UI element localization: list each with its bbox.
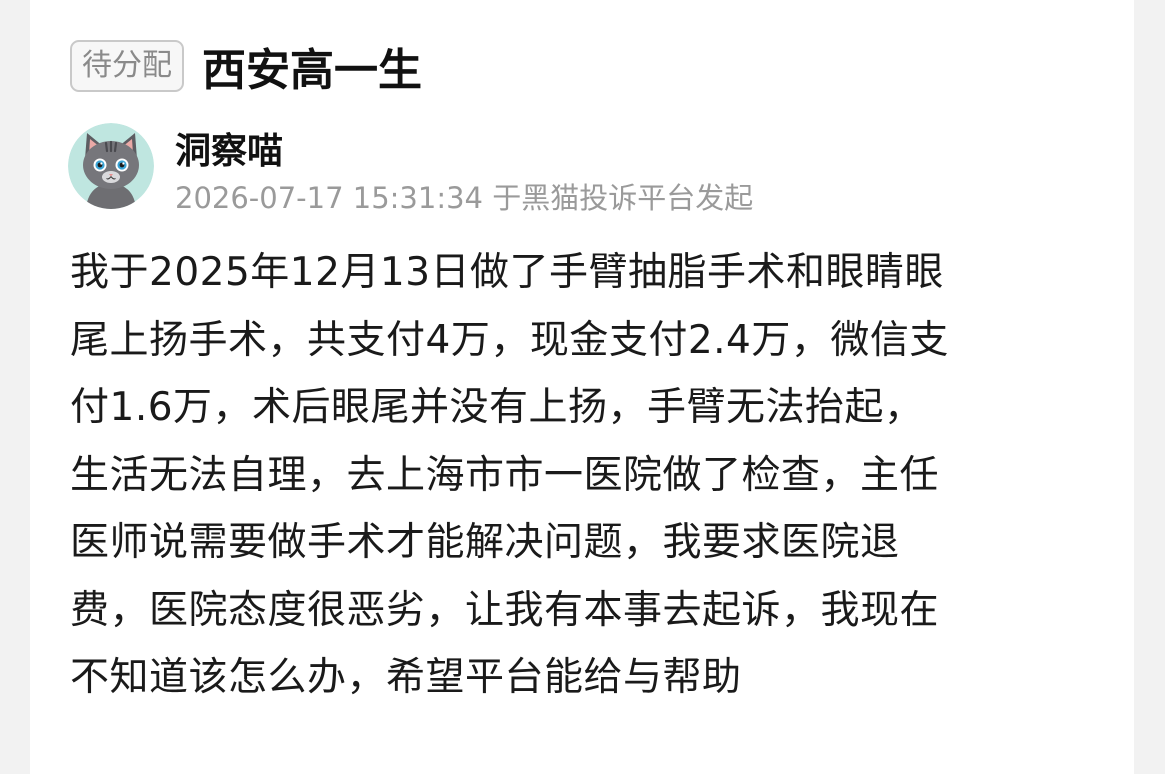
body-line: 不知道该怎么办，希望平台能给与帮助 — [70, 655, 742, 700]
body-line: 生活无法自理，去上海市市一医院做了检查，主任 — [70, 452, 940, 498]
author-name[interactable]: 洞察喵 — [175, 122, 283, 174]
post-meta: 2026-07-17 15:31:34 于黑猫投诉平台发起 — [175, 181, 754, 215]
complaint-body: 我于2025年12月13日做了手臂抽脂手术和眼睛眼 尾上扬手术，共支付4万，现金… — [70, 239, 1110, 712]
body-line: 医师说需要做手术才能解决问题，我要求医院退 — [70, 520, 900, 565]
complaint-title: 西安高一生 — [202, 45, 422, 96]
body-line: 费，医院态度很恶劣，让我有本事去起诉，我现在 — [70, 587, 940, 633]
avatar[interactable] — [68, 123, 154, 209]
cat-avatar-icon — [68, 123, 154, 209]
body-line: 付1.6万，术后眼尾并没有上扬，手臂无法抬起， — [70, 385, 924, 430]
complaint-card: 待分配 西安高一生 洞察喵 2026-07-17 15:31:34 于黑猫投诉平… — [30, 0, 1134, 774]
body-line: 我于2025年12月13日做了手臂抽脂手术和眼睛眼 — [70, 250, 945, 295]
body-line: 尾上扬手术，共支付4万，现金支付2.4万，微信支 — [70, 317, 949, 363]
complaint-header: 待分配 西安高一生 — [70, 34, 422, 98]
status-badge: 待分配 — [70, 40, 184, 92]
